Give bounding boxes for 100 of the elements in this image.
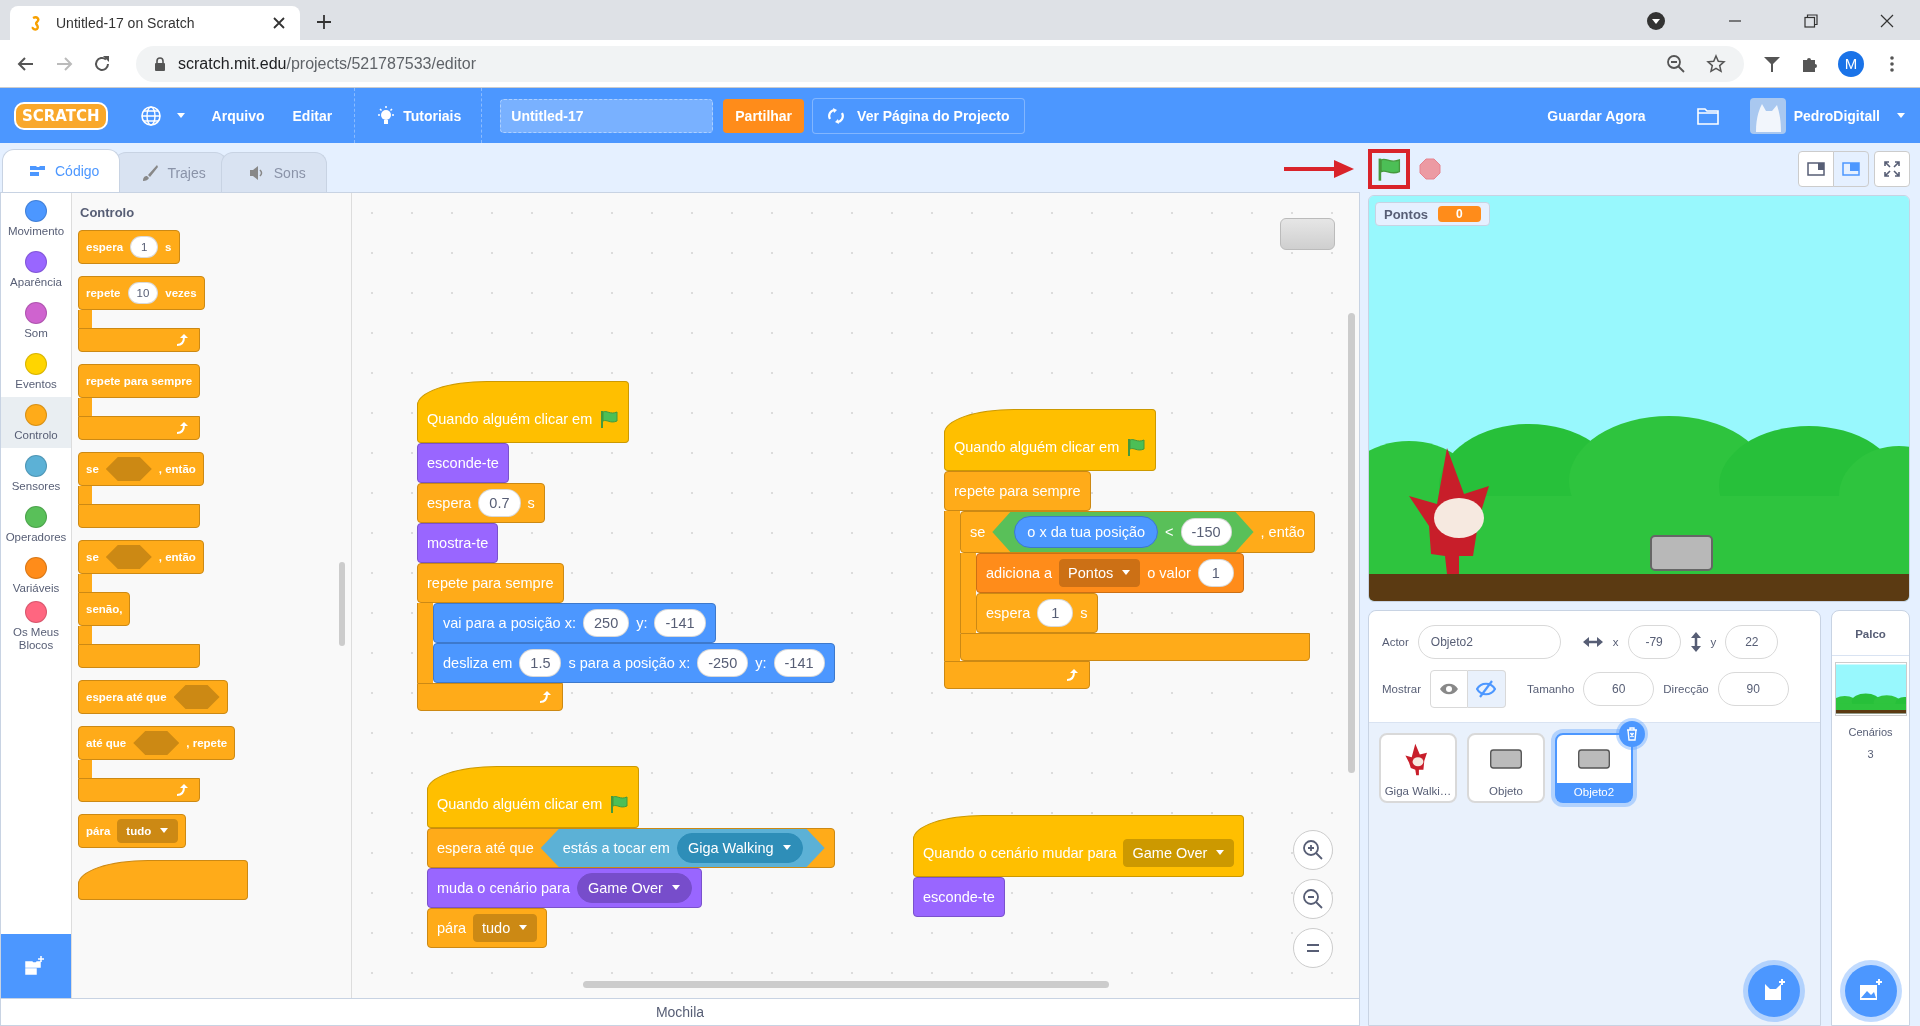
- code-block[interactable]: [78, 860, 248, 900]
- boolean-block[interactable]: estás a tocar em Giga Walking: [540, 829, 825, 867]
- code-block[interactable]: muda o cenário para Game Over: [427, 868, 702, 908]
- number-input[interactable]: 250: [583, 609, 630, 637]
- block-label: y:: [636, 615, 648, 631]
- restore-icon[interactable]: [1804, 14, 1818, 28]
- show-button[interactable]: [1430, 670, 1468, 708]
- category-item[interactable]: Som: [1, 295, 71, 346]
- number-input[interactable]: 1: [1037, 599, 1074, 627]
- category-item[interactable]: Controlo: [1, 397, 71, 448]
- category-item[interactable]: Aparência: [1, 244, 71, 295]
- category-item[interactable]: Os Meus Blocos: [1, 601, 71, 652]
- normal-stage-icon: [1842, 160, 1860, 178]
- tutorials-button[interactable]: Tutoriais: [363, 104, 474, 127]
- add-extension-button[interactable]: [1, 934, 71, 998]
- dropdown-menu[interactable]: Giga Walking: [676, 833, 803, 863]
- zoom-out-icon[interactable]: [1666, 53, 1686, 74]
- number-input[interactable]: -250: [697, 649, 749, 677]
- menu-item[interactable]: Arquivo: [197, 107, 279, 124]
- number-input[interactable]: -150: [1180, 518, 1232, 546]
- code-block[interactable]: se o x da tua posição < -150 , então: [960, 511, 1315, 553]
- number-input[interactable]: -141: [773, 649, 825, 677]
- stop-icon[interactable]: [1418, 157, 1442, 181]
- x-field[interactable]: -79: [1627, 625, 1681, 659]
- close-icon[interactable]: [1880, 14, 1894, 28]
- dropdown-menu[interactable]: tudo: [473, 914, 538, 942]
- code-block[interactable]: espera até que estás a tocar em Giga Walking: [427, 828, 835, 868]
- category-item[interactable]: Movimento: [1, 193, 71, 244]
- account-menu[interactable]: PedroDigitall: [1749, 97, 1906, 134]
- field-label: Direcção: [1663, 683, 1709, 695]
- sprite-tile[interactable]: Objeto: [1467, 733, 1545, 803]
- swap-arrows-icon: [827, 106, 846, 125]
- scroll-bar[interactable]: [339, 562, 345, 646]
- dropdown-menu[interactable]: tudo: [117, 819, 179, 843]
- block-label: vai para a posição x:: [443, 615, 576, 631]
- editor-tab[interactable]: Código: [2, 149, 121, 192]
- sprite-tile[interactable]: Objeto2: [1555, 733, 1633, 803]
- category-item[interactable]: Variáveis: [1, 550, 71, 601]
- number-input[interactable]: 1: [1197, 559, 1234, 587]
- code-block[interactable]: desliza em 1.5 s para a posição x: -250 y: -141: [433, 643, 835, 683]
- block-label: esconde-te: [923, 889, 995, 905]
- add-backdrop-button[interactable]: [1844, 965, 1897, 1017]
- caret-icon: [518, 925, 529, 931]
- category-item[interactable]: Operadores: [1, 499, 71, 550]
- star-icon[interactable]: [1706, 53, 1726, 74]
- code-block[interactable]: espera 1 s: [976, 593, 1098, 633]
- number-input[interactable]: 10: [127, 282, 159, 304]
- sprite-name-field[interactable]: Objeto2: [1417, 625, 1561, 659]
- profile-avatar[interactable]: M: [1838, 50, 1864, 77]
- boolean-block[interactable]: o x da tua posição < -150: [992, 512, 1254, 552]
- category-item[interactable]: Eventos: [1, 346, 71, 397]
- backpack-bar[interactable]: Mochila: [0, 999, 1360, 1026]
- number-input[interactable]: 1.5: [519, 649, 562, 677]
- code-block[interactable]: espera 1 s: [78, 230, 180, 264]
- zoom-out-button[interactable]: [1293, 879, 1333, 919]
- dropdown-circle-icon[interactable]: [1646, 11, 1666, 31]
- add-sprite-button[interactable]: [1748, 965, 1800, 1017]
- save-now-link[interactable]: Guardar Agora: [1533, 107, 1660, 124]
- code-block[interactable]: esconde-te: [417, 443, 509, 483]
- browser-tab[interactable]: Untitled-17 on Scratch: [10, 6, 300, 40]
- sprite-tile[interactable]: Giga Walki…: [1379, 733, 1457, 803]
- backdrop-thumbnail[interactable]: [1834, 662, 1907, 716]
- scroll-bar[interactable]: [1348, 313, 1355, 773]
- number-input[interactable]: -141: [654, 609, 706, 637]
- code-block[interactable]: vai para a posição x: 250 y: -141: [433, 603, 716, 643]
- block-label: s para a posição x:: [568, 655, 691, 671]
- close-icon[interactable]: [272, 16, 286, 30]
- reporter-block[interactable]: o x da tua posição: [1014, 516, 1159, 548]
- code-block[interactable]: pára tudo: [78, 814, 187, 848]
- direction-field[interactable]: 90: [1717, 672, 1789, 706]
- flag-icon[interactable]: [1376, 156, 1402, 182]
- new-tab-icon[interactable]: [316, 14, 332, 30]
- reload-icon[interactable]: [92, 53, 112, 74]
- reset-zoom-button[interactable]: [1293, 928, 1333, 968]
- zoom-in-button[interactable]: [1293, 830, 1333, 870]
- fullscreen-button[interactable]: [1874, 151, 1910, 187]
- address-bar[interactable]: scratch.mit.edu/projects/521787533/editor: [136, 45, 1744, 82]
- zoom-in-icon: [1301, 838, 1325, 862]
- code-block[interactable]: mostra-te: [417, 523, 499, 563]
- number-input[interactable]: 0.7: [478, 489, 521, 517]
- hide-button[interactable]: [1468, 670, 1506, 708]
- number-input[interactable]: 1: [130, 236, 159, 258]
- code-block[interactable]: espera 0.7 s: [417, 483, 545, 523]
- menu-item[interactable]: Editar: [278, 107, 347, 124]
- code-block[interactable]: pára tudo: [427, 908, 548, 948]
- block-label: esconde-te: [427, 455, 499, 471]
- code-block[interactable]: repete 10 vezes: [78, 276, 205, 310]
- dropdown-menu[interactable]: Pontos: [1059, 559, 1141, 587]
- code-block[interactable]: adiciona a Pontos o valor 1: [976, 553, 1244, 593]
- small-stage-button[interactable]: [1798, 151, 1834, 187]
- variable-name: Pontos: [1384, 206, 1429, 222]
- delete-sprite-button[interactable]: [1619, 721, 1645, 747]
- caret-icon: [175, 112, 186, 119]
- dropdown-menu[interactable]: Game Over: [577, 873, 692, 903]
- project-page-button[interactable]: Ver Página do Projecto: [812, 97, 1025, 134]
- category-item[interactable]: Sensores: [1, 448, 71, 499]
- code-block[interactable]: esconde-te: [913, 877, 1005, 917]
- y-field[interactable]: 22: [1725, 625, 1779, 659]
- scroll-bar[interactable]: [583, 981, 1109, 988]
- size-field[interactable]: 60: [1583, 672, 1655, 706]
